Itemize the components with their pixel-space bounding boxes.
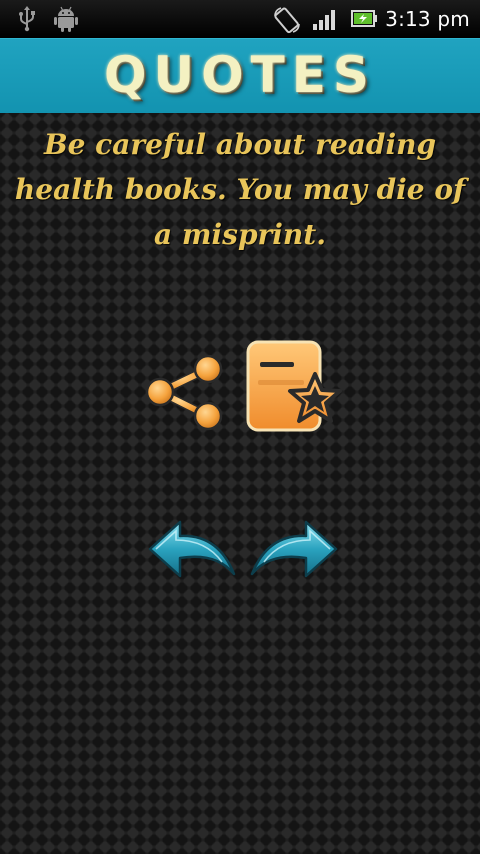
quote-text: Be careful about reading health books. Y…	[14, 128, 466, 251]
favorite-button[interactable]	[244, 338, 350, 438]
forward-arrow-icon	[250, 520, 338, 578]
status-bar: 3:13 pm	[0, 0, 480, 39]
signal-icon	[312, 6, 340, 36]
android-icon	[54, 6, 78, 36]
battery-icon	[350, 6, 380, 36]
back-button[interactable]	[146, 518, 238, 580]
share-icon	[145, 354, 223, 431]
status-clock: 3:13 pm	[385, 7, 470, 31]
app-header: QUOTES	[0, 38, 480, 113]
rotate-icon	[272, 6, 302, 38]
favorite-book-star-icon	[246, 340, 342, 432]
next-button[interactable]	[248, 518, 340, 580]
share-button[interactable]	[142, 350, 228, 436]
usb-icon	[16, 6, 38, 36]
back-arrow-icon	[148, 520, 236, 578]
app-title: QUOTES	[104, 46, 376, 104]
